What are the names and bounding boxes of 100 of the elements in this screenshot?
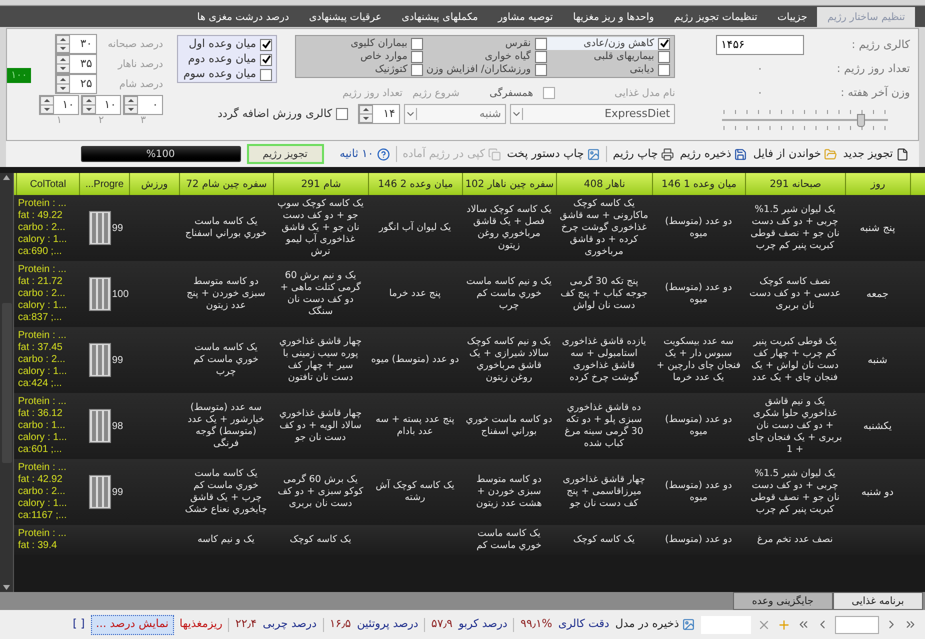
checkbox[interactable] bbox=[534, 50, 547, 62]
number-spinner[interactable]: ۰ bbox=[123, 95, 164, 115]
checkbox[interactable] bbox=[411, 64, 424, 76]
picture-icon bbox=[682, 618, 695, 631]
tab[interactable]: جزییات bbox=[767, 7, 818, 27]
table-cell-text: دو عدد (متوسط) bbox=[664, 534, 733, 546]
checkbox[interactable] bbox=[336, 108, 348, 120]
scroll-thumb[interactable] bbox=[2, 302, 12, 462]
progress-value: 99 bbox=[112, 486, 124, 500]
stat-label: درصد کربو bbox=[458, 616, 508, 632]
number-spinner[interactable]: ۳۰ bbox=[55, 34, 98, 54]
spin-arrows-icon[interactable] bbox=[56, 55, 70, 73]
table-cell-text: یک و نیم برش 60 گرمی کتلت ماهی + دو کف دست نان سنگک bbox=[279, 270, 362, 318]
checkbox[interactable] bbox=[658, 64, 670, 76]
day-cell-text: دو شنبه bbox=[860, 486, 895, 500]
tab[interactable]: توصیه مشاور bbox=[488, 7, 563, 27]
number-spinner[interactable]: ۱۰ bbox=[39, 95, 80, 115]
table-cell-text: چهار قاشق غذاخوري پوره سیب زمینی با سیر + چهار کف دست نان تافتون bbox=[278, 336, 363, 384]
table-cell-text: سه عدد (متوسط) خیارشور + یک عدد (متوسط) گوجه فرنگی bbox=[186, 402, 266, 450]
printer-icon bbox=[660, 148, 674, 160]
toolbar-button[interactable]: چاپ دستور پخت bbox=[507, 146, 600, 162]
checkbox[interactable] bbox=[260, 38, 272, 50]
tab[interactable]: درصد درشت مغزی ها bbox=[187, 7, 300, 27]
checkbox[interactable] bbox=[658, 38, 670, 50]
table-cell-text: دو عدد (متوسط) میوه bbox=[664, 216, 733, 240]
table-cell-text: نصف کاسه کوچک عدسی + دو کف دست نان بربری bbox=[748, 276, 842, 312]
checkbox-label: همسفرگی bbox=[489, 86, 534, 100]
spin-arrows-icon[interactable] bbox=[56, 35, 70, 53]
checkbox-label: موارد خاص bbox=[360, 50, 408, 64]
brackets-text: [ ] bbox=[72, 616, 85, 632]
spin-arrows-icon[interactable] bbox=[82, 96, 96, 114]
number-spinner[interactable]: ۳۵ bbox=[55, 54, 98, 74]
slider-thumb[interactable] bbox=[857, 114, 866, 127]
progress-bars-icon bbox=[89, 277, 111, 311]
day-cell-text: شنبه bbox=[866, 354, 888, 368]
spin-arrows-icon[interactable] bbox=[124, 96, 138, 114]
table-cell-text: یک لیوان شیر 1.5% چربی + دو کف دست نان جو + نصف قوطی کبریت پنیر کم چرب bbox=[750, 468, 840, 516]
number-spinner[interactable]: ۱۴ bbox=[358, 104, 400, 124]
table-cell-text: سه عدد بیسکویت سبوس دار + یک فنجان چای دارچین + یک عدد خرما bbox=[655, 336, 742, 384]
field-label: کالری رژیم : bbox=[850, 36, 910, 53]
toolbar-button[interactable]: خواندن از فایل bbox=[753, 146, 838, 162]
snack-number: ۲ bbox=[98, 115, 104, 127]
spin-arrows-icon[interactable] bbox=[359, 105, 374, 123]
toolbar-button[interactable]: ۱۰ ثانیه bbox=[340, 146, 390, 162]
toolbar-button[interactable]: تجویز جدید bbox=[843, 146, 909, 162]
stat-value: ۱۶٫۵ bbox=[330, 616, 351, 632]
tab[interactable]: واحدها و ریز مغزیها bbox=[562, 7, 664, 27]
checkbox[interactable] bbox=[658, 50, 670, 62]
table-cell-text: یک لیوان آب انگور bbox=[378, 222, 452, 234]
picture-icon bbox=[586, 148, 600, 160]
table-cell-text: دو عدد (متوسط) میوه bbox=[664, 282, 733, 306]
tab[interactable]: تنظیمات تجویز رژیم bbox=[664, 7, 768, 27]
tab[interactable]: مکملهای پیشنهادی bbox=[392, 7, 488, 27]
field-label: تعداد روز رژیم bbox=[342, 86, 402, 100]
last-page-icon[interactable] bbox=[904, 618, 917, 631]
scrollbar[interactable] bbox=[0, 173, 14, 592]
totals-cell-text: Protein : ... fat : 21.72 carbo : 2... calory : 1... ca:837 ;... bbox=[17, 264, 68, 324]
checkbox[interactable] bbox=[260, 54, 272, 66]
number-spinner[interactable]: ۲۵ bbox=[55, 74, 98, 94]
table-cell-text: یک کاسه کوچک آش رشته bbox=[374, 480, 456, 504]
checkbox[interactable] bbox=[411, 50, 424, 62]
save-model-button[interactable]: ذخیره در مدل bbox=[615, 616, 695, 633]
toolbar-button[interactable]: ذخیره رژیم bbox=[680, 146, 748, 162]
show-percent-button[interactable]: نمایش درصد ... bbox=[90, 614, 174, 634]
page-field[interactable] bbox=[835, 616, 879, 634]
checkbox[interactable] bbox=[534, 38, 547, 50]
number-spinner[interactable]: ۱۰ bbox=[81, 95, 122, 115]
checkbox-label: نقرس bbox=[505, 37, 531, 50]
table-cell-text: یک کاسه کوچک bbox=[572, 534, 636, 546]
tab[interactable]: برنامه غذایی bbox=[832, 592, 923, 610]
table-cell-text: یک کاسه کوچک سالاد فصل + یک قاشق مرباخوري روغن زيتون bbox=[466, 204, 552, 252]
checkbox-label: کتوژنیک bbox=[374, 63, 408, 77]
toolbar-button[interactable]: چاپ رژیم bbox=[612, 146, 674, 162]
calorie-field[interactable]: ۱۴۵۶ bbox=[716, 35, 804, 55]
value-text: ۰ bbox=[756, 84, 764, 101]
check-icon bbox=[660, 39, 669, 48]
totals-cell-text: Protein : ... fat : 37.45 carbo : 2... calory : 1... ca:424 ;... bbox=[17, 330, 68, 390]
slider-track[interactable] bbox=[722, 109, 888, 131]
micronutrients-link[interactable]: ریزمغذیها bbox=[180, 616, 222, 633]
tab[interactable]: عرقیات پیشنهادی bbox=[299, 7, 392, 27]
tab[interactable]: جایگزینی وعده bbox=[732, 592, 833, 610]
table-cell-text: دو کاسه متوسط سبزی خوردن + هشت عدد زیتون bbox=[475, 474, 543, 510]
checkbox[interactable] bbox=[534, 64, 547, 76]
document-icon bbox=[896, 148, 909, 160]
model-dropdown[interactable]: ExpressDiet bbox=[510, 104, 676, 124]
field-label: نام مدل غذایی bbox=[614, 86, 676, 100]
prescribe-button[interactable]: تجویز رژیم bbox=[246, 144, 324, 164]
spin-arrows-icon[interactable] bbox=[40, 96, 54, 114]
checkbox[interactable] bbox=[260, 68, 272, 80]
scroll-up-icon[interactable] bbox=[3, 175, 10, 180]
checkbox[interactable] bbox=[543, 87, 556, 99]
spin-arrows-icon[interactable] bbox=[56, 75, 70, 93]
day-cell-text: یکشنبه bbox=[862, 420, 893, 434]
start-day-dropdown[interactable]: شنبه bbox=[404, 104, 506, 124]
stat-value: ۹۹٫۱% bbox=[520, 616, 552, 632]
checkbox[interactable] bbox=[411, 38, 424, 50]
first-page-icon[interactable] bbox=[797, 618, 810, 631]
checkbox-label: میان وعده دوم bbox=[188, 51, 256, 68]
progress-bars-icon bbox=[89, 211, 111, 245]
scroll-down-icon[interactable] bbox=[3, 585, 10, 590]
